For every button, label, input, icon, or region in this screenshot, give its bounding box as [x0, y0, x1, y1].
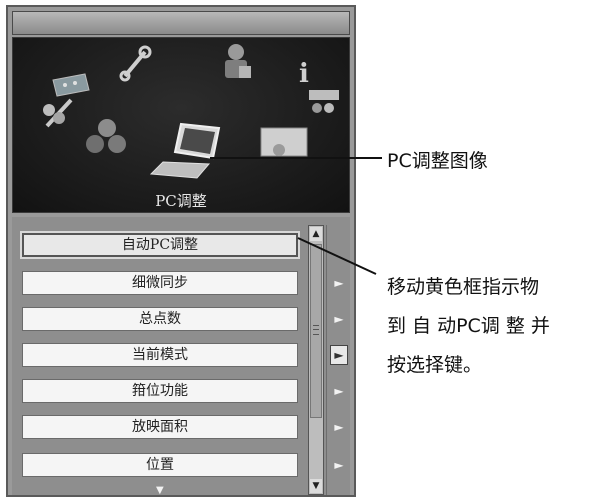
submenu-arrow-icon[interactable]: ► — [330, 309, 348, 329]
callout-line-pc-icon — [210, 157, 382, 159]
menu-icon-area: i PC调整 — [12, 37, 350, 213]
menu-item-position[interactable]: 位置 — [22, 453, 298, 477]
color-balls-icon[interactable] — [86, 119, 126, 153]
svg-text:i: i — [299, 59, 309, 89]
callout-instruction-line2: 到 自 动PC调 整 并 — [387, 315, 550, 337]
info-icon[interactable]: i — [299, 59, 339, 113]
scroll-down-icon[interactable]: ▼ — [310, 479, 322, 493]
callout-instruction-line3: 按选择键。 — [387, 354, 483, 376]
menu-title-bar — [12, 11, 350, 35]
menu-item-display-area[interactable]: 放映面积 — [22, 415, 298, 439]
menu-item-clamp[interactable]: 箝位功能 — [22, 379, 298, 403]
submenu-arrow-icon[interactable]: ► — [330, 417, 348, 437]
screen-icon[interactable] — [260, 127, 308, 157]
submenu-arrow-icon[interactable]: ► — [330, 455, 348, 475]
callout-instruction-line1: 移动黄色框指示物 — [387, 276, 540, 298]
submenu-arrow-icon[interactable]: ► — [330, 345, 348, 365]
menu-item-fine-sync[interactable]: 细微同步 — [22, 271, 298, 295]
menu-item-current-mode[interactable]: 当前模式 — [22, 343, 298, 367]
pc-adjust-icon[interactable] — [149, 122, 221, 179]
menu-item-auto-pc-adjust[interactable]: 自动PC调整 — [22, 233, 298, 257]
user-icon[interactable] — [225, 44, 251, 78]
selected-icon-label: PC调整 — [155, 192, 207, 210]
callout-pc-icon-label: PC调整图像 — [387, 150, 488, 172]
image-adjust-icon[interactable] — [43, 73, 90, 128]
scroll-grip-icon — [313, 325, 319, 335]
submenu-arrow-icon[interactable]: ► — [330, 381, 348, 401]
callout-line-instruction — [297, 237, 377, 275]
wrench-icon[interactable] — [119, 45, 152, 82]
menu-item-total-dots[interactable]: 总点数 — [22, 307, 298, 331]
icon-row-graphic: i — [43, 44, 339, 179]
more-items-icon[interactable]: ▼ — [156, 485, 164, 496]
